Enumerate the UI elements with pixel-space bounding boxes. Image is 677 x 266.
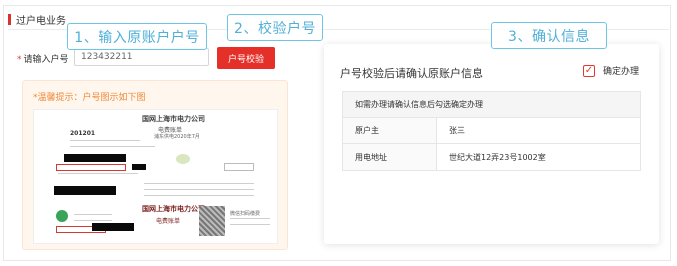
confirm-checkbox[interactable]: ✓ — [582, 64, 595, 77]
bill-company-name: 国网上海市电力公司 — [142, 115, 205, 123]
redaction-bar — [64, 154, 126, 162]
step-2-callout: 2、校验户号 — [227, 14, 323, 41]
bill-stamp — [224, 163, 254, 171]
redaction-bar — [54, 186, 116, 195]
account-field-label-text: 请输入户号 — [23, 55, 69, 65]
section-title-text: 过户电业务 — [16, 16, 66, 27]
step-3-callout: 3、确认信息 — [491, 22, 607, 49]
row-value: 世纪大道12弄23号1002室 — [449, 152, 546, 162]
account-field-label: * 请输入户号 — [17, 52, 69, 65]
wechat-pay-label: 微信扫码缴费 — [230, 211, 261, 217]
table-header: 如需办理请确认信息后勾选确定办理 — [343, 92, 640, 118]
qr-code-icon — [199, 206, 225, 236]
tip-text: *温馨提示：户号图示如下图 — [33, 93, 146, 103]
confirm-info-card: 户号校验后请确认原账户信息 ✓ 确定办理 如需办理请确认信息后勾选确定办理 原户… — [324, 44, 659, 244]
table-row: 原户主 张三 — [343, 118, 640, 144]
bill-doc-title-2: 电费账单 — [156, 218, 181, 225]
row-value: 张三 — [449, 126, 465, 135]
redaction-bar — [92, 223, 134, 231]
bill-account-number: 201201 — [70, 130, 96, 137]
bill-period: 浦东供电2020年7月 — [154, 134, 200, 140]
step-1-callout: 1、输入原账户户号 — [67, 23, 207, 50]
sample-bill-image: 国网上海市电力公司 电费账单 201201 浦东供电2020年7月 国网上海市电… — [33, 109, 278, 244]
state-grid-logo-icon — [56, 210, 68, 222]
account-info-table: 如需办理请确认信息后勾选确定办理 原户主 张三 用电地址 世纪大道12弄23号1… — [342, 91, 641, 171]
title-accent-bar — [8, 14, 11, 25]
tip-box: *温馨提示：户号图示如下图 国网上海市电力公司 电费账单 201201 浦东供电… — [22, 80, 288, 250]
confirm-checkbox-wrap[interactable]: ✓ 确定办理 — [582, 64, 639, 77]
bill-watermark — [176, 154, 190, 164]
confirm-title: 户号校验后请确认原账户信息 — [340, 67, 483, 80]
redaction-bar — [132, 164, 146, 170]
required-mark: * — [17, 55, 22, 65]
confirm-checkbox-label: 确定办理 — [602, 67, 639, 77]
verify-account-button[interactable]: 户号校验 — [217, 47, 275, 69]
account-number-input[interactable]: 123432211 — [74, 48, 209, 66]
row-key: 原户主 — [343, 118, 437, 143]
bill-company-name-2: 国网上海市电力公司 — [142, 205, 205, 213]
account-highlight-box — [56, 164, 126, 171]
table-row: 用电地址 世纪大道12弄23号1002室 — [343, 144, 640, 170]
row-key: 用电地址 — [343, 144, 437, 170]
section-title: 过户电业务 — [8, 12, 66, 27]
